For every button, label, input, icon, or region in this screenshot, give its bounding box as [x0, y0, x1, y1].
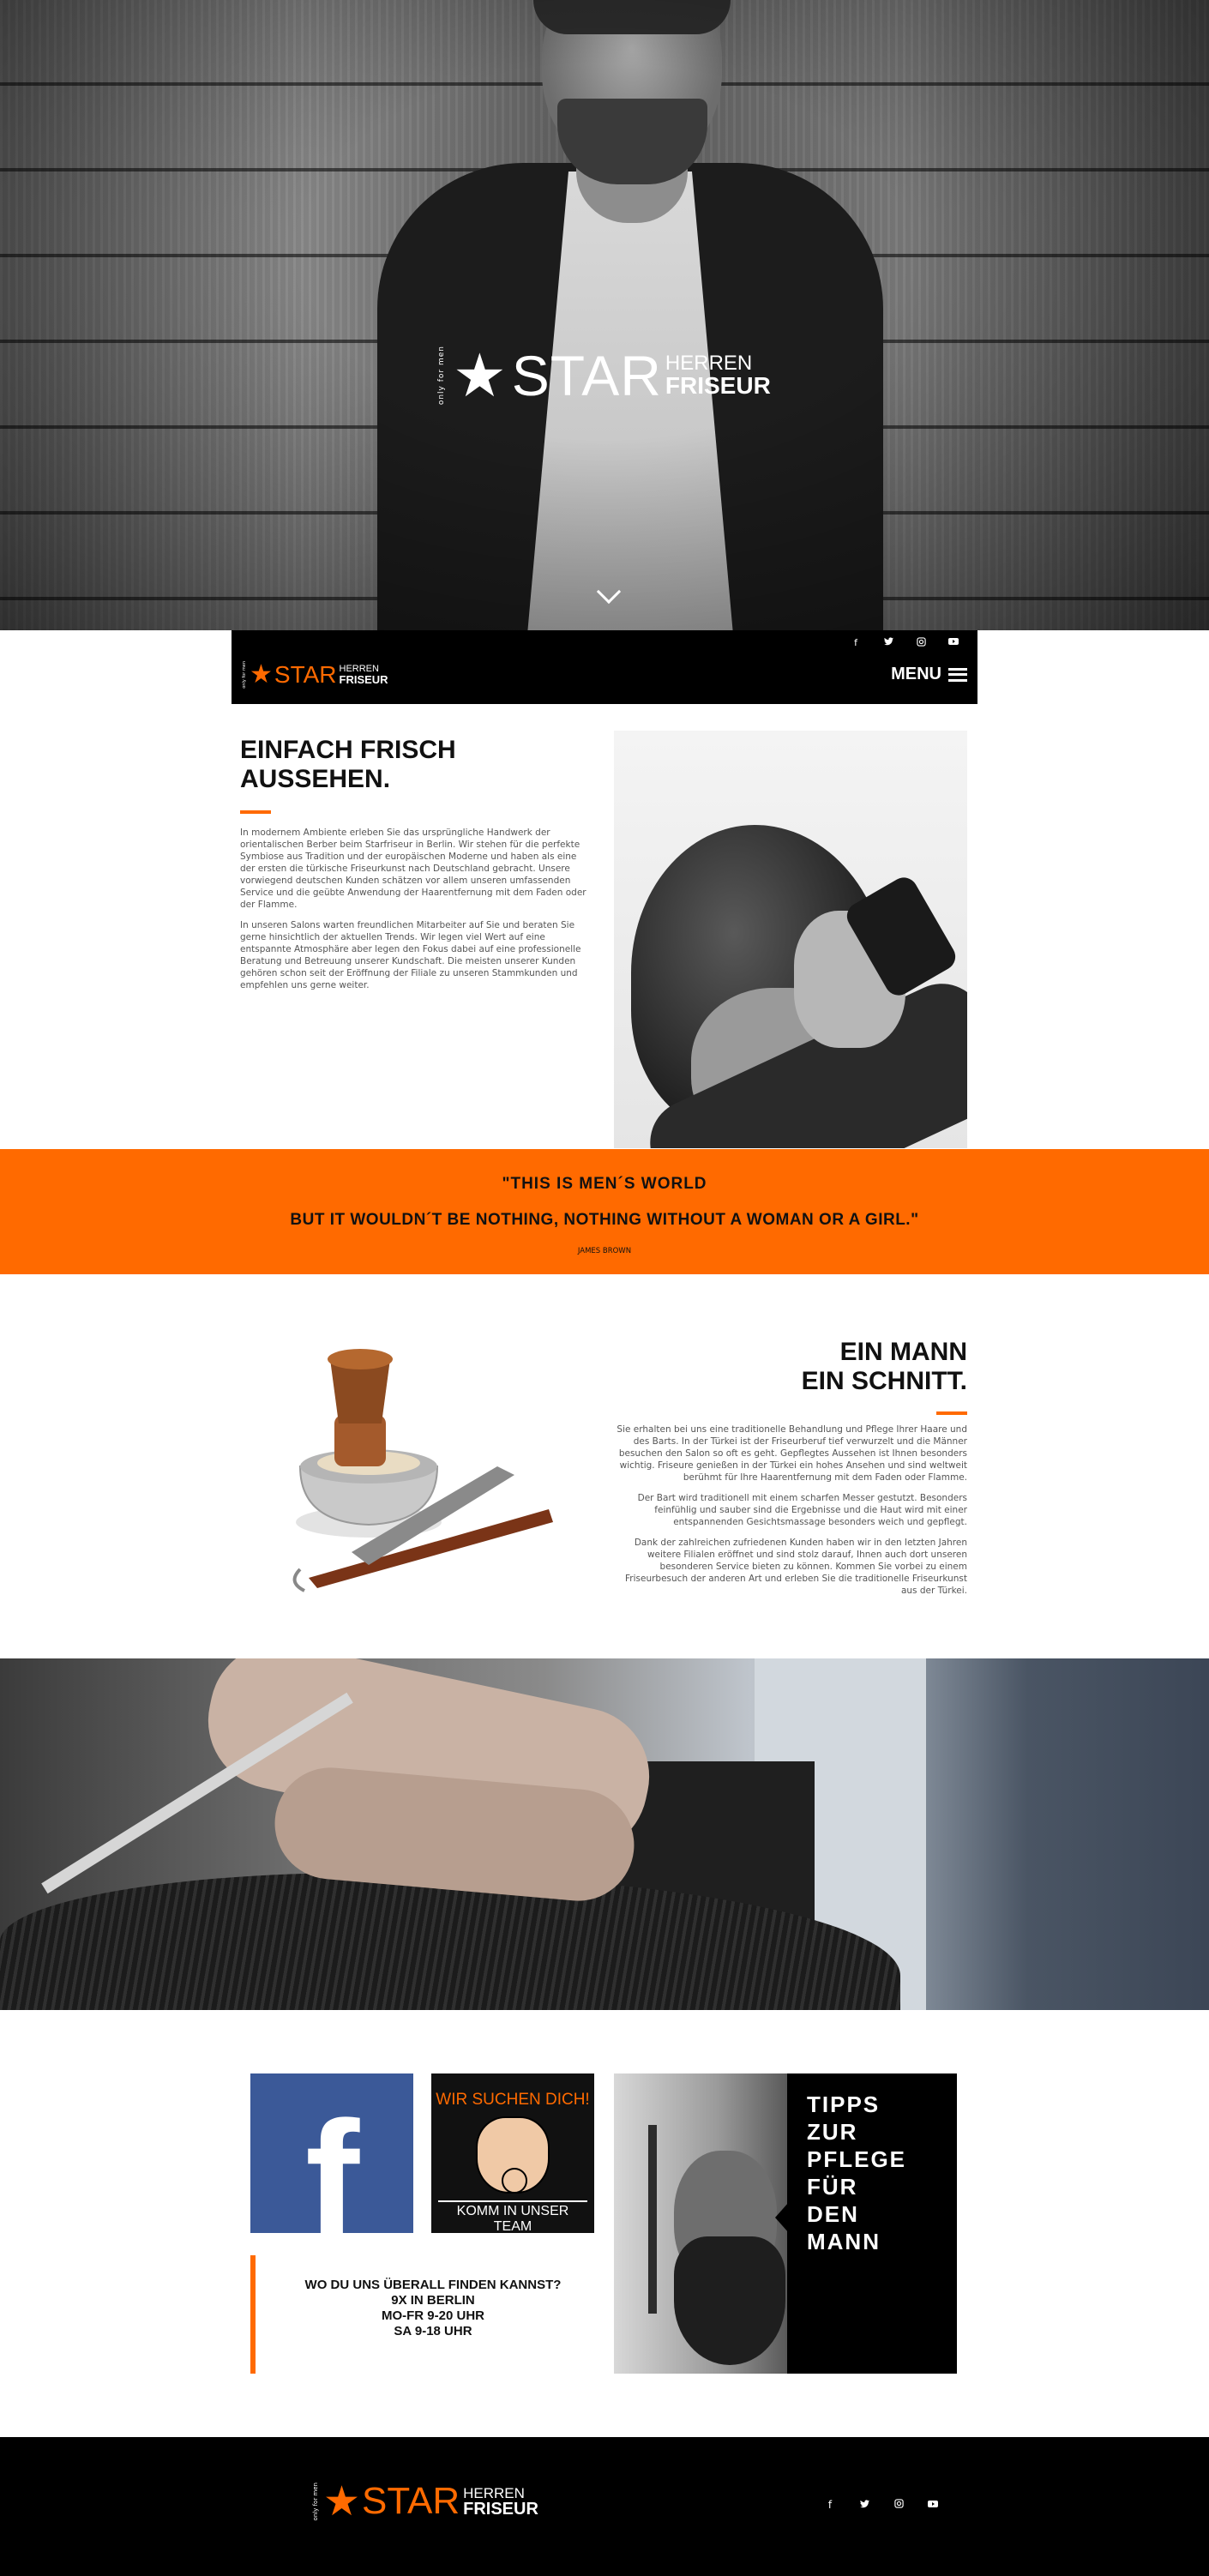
nav-bar: f only for men ★ STAR HERREN FRISEUR MEN… [232, 630, 977, 704]
care-tips-line: TIPPS [807, 2091, 881, 2117]
section2-title-line2: EIN SCHNITT. [801, 1367, 967, 1395]
care-tips-tile[interactable]: TIPPS ZUR PFLEGE FÜR DEN MANN [614, 2073, 957, 2374]
facebook-icon: f [305, 2088, 360, 2233]
star-icon: ★ [323, 2477, 361, 2525]
section2-title-line1: EIN MANN [839, 1338, 967, 1366]
brand-line2: FRISEUR [463, 2499, 538, 2519]
locations-box[interactable]: WO DU UNS ÜBERALL FINDEN KANNST? 9X IN B… [250, 2255, 593, 2374]
locations-count: 9X IN BERLIN [391, 2293, 475, 2308]
section2-paragraph: Sie erhalten bei uns eine traditionelle … [617, 1424, 967, 1483]
section1-text: In modernem Ambiente erleben Sie das urs… [240, 827, 593, 1000]
menu-label: MENU [891, 665, 941, 683]
menu-button[interactable]: MENU [891, 665, 967, 684]
care-tips-line: MANN [807, 2229, 881, 2254]
footer-logo[interactable]: only for men ★ STAR HERREN FRISEUR [312, 2480, 538, 2523]
quote-line1: "THIS IS MEN´S WORLD [502, 1175, 707, 1193]
facebook-icon[interactable]: f [849, 637, 863, 649]
hero-logo: only for men ★ STAR HERREN FRISEUR [437, 343, 771, 408]
twitter-icon[interactable] [857, 2499, 871, 2511]
brand-tagline: only for men [437, 346, 446, 406]
section1-paragraph: In modernem Ambiente erleben Sie das urs… [240, 828, 586, 910]
facebook-icon[interactable]: f [823, 2499, 837, 2511]
brand-line1: HERREN [463, 2484, 525, 2501]
care-tips-line: DEN [807, 2201, 859, 2227]
section1-paragraph: In unseren Salons warten freundlichen Mi… [240, 920, 581, 990]
section1-title: EINFACH FRISCH AUSSEHEN. [240, 736, 456, 793]
job-tile-headline: WIR SUCHEN DICH! [436, 2091, 590, 2109]
brand-line2: FRISEUR [339, 673, 388, 686]
shaving-brush-razor-image [240, 1338, 592, 1595]
care-tips-line: FÜR [807, 2174, 858, 2200]
footer-social-links: f [823, 2499, 940, 2511]
hero-banner: only for men ★ STAR HERREN FRISEUR [0, 0, 1209, 630]
brand-star-word: STAR [274, 661, 337, 688]
star-icon: ★ [453, 340, 507, 411]
tile-arrow-icon [775, 2202, 789, 2233]
pointing-hand-icon [476, 2116, 550, 2194]
hamburger-icon [948, 667, 967, 682]
locations-title: WO DU UNS ÜBERALL FINDEN KANNST? [304, 2278, 562, 2292]
quote-banner: "THIS IS MEN´S WORLD BUT IT WOULDN´T BE … [0, 1149, 1209, 1274]
care-tips-line: PFLEGE [807, 2146, 907, 2172]
brand-tagline: only for men [242, 661, 247, 689]
twitter-icon[interactable] [881, 637, 895, 649]
brand-line1: HERREN [665, 352, 753, 375]
care-tips-line: ZUR [807, 2119, 858, 2145]
section2-paragraph: Der Bart wird traditionell mit einem sch… [637, 1493, 967, 1527]
quote-line2: BUT IT WOULDN´T BE NOTHING, NOTHING WITH… [290, 1211, 919, 1229]
facebook-tile[interactable]: f [250, 2073, 413, 2233]
brand-star-word: STAR [511, 344, 662, 407]
brand-star-word: STAR [362, 2480, 460, 2522]
instagram-icon[interactable] [914, 637, 928, 649]
page: { "brand": { "tagline": "only for men", … [0, 0, 1209, 2576]
bearded-man-razor-photo [614, 2073, 787, 2374]
opening-hours-saturday: SA 9-18 UHR [394, 2324, 472, 2338]
opening-hours-weekdays: MO-FR 9-20 UHR [381, 2308, 484, 2323]
nav-logo[interactable]: only for men ★ STAR HERREN FRISEUR [242, 661, 388, 689]
quote-author: JAMES BROWN [577, 1247, 632, 1255]
section2-text: Sie erhalten bei uns eine traditionelle … [614, 1423, 967, 1605]
star-icon: ★ [250, 659, 273, 689]
job-offer-tile[interactable]: WIR SUCHEN DICH! KOMM IN UNSER TEAM [431, 2073, 594, 2238]
brand-tagline: only for men [312, 2482, 319, 2521]
youtube-icon[interactable] [947, 637, 960, 649]
scissors-haircut-photo [0, 1658, 1209, 2010]
section1-accent-line [240, 810, 271, 814]
section2-accent-line [936, 1411, 967, 1415]
youtube-icon[interactable] [926, 2499, 940, 2511]
nav-social-links: f [849, 637, 960, 649]
section2-paragraph: Dank der zahlreichen zufriedenen Kunden … [625, 1538, 967, 1596]
job-tile-subline: KOMM IN UNSER TEAM [438, 2200, 587, 2238]
care-tips-label: TIPPS ZUR PFLEGE FÜR DEN MANN [807, 2091, 906, 2255]
instagram-icon[interactable] [892, 2499, 905, 2511]
haircut-clipper-photo [614, 731, 967, 1148]
section2-title: EIN MANN EIN SCHNITT. [624, 1338, 967, 1396]
footer: only for men ★ STAR HERREN FRISEUR f [0, 2437, 1209, 2576]
brand-line2: FRISEUR [665, 372, 771, 399]
